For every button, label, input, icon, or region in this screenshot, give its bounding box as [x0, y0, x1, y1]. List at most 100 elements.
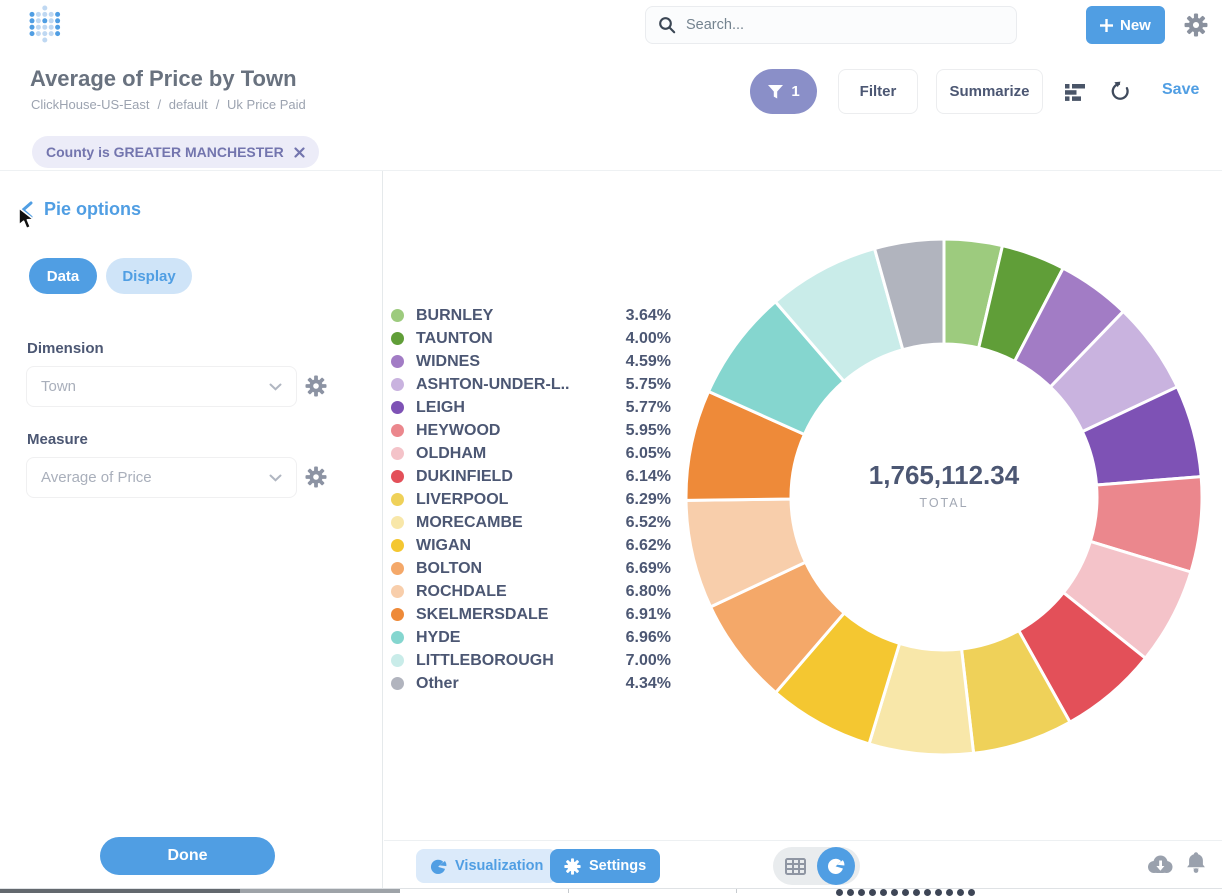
- legend-item[interactable]: WIGAN6.62%: [391, 534, 671, 557]
- legend-item[interactable]: LIVERPOOL6.29%: [391, 488, 671, 511]
- legend-percent: 6.14%: [626, 468, 671, 486]
- pie-chart: BURNLEYTAUNTONWIDNESASHTON-UNDER-L..LEIG…: [674, 227, 1214, 767]
- pie-legend: BURNLEY3.64%TAUNTON4.00%WIDNES4.59%ASHTO…: [391, 304, 671, 695]
- legend-color-dot: [391, 539, 404, 552]
- filter-count-pill[interactable]: 1: [750, 69, 817, 114]
- legend-color-dot: [391, 493, 404, 506]
- table-view-toggle[interactable]: [773, 858, 817, 875]
- legend-color-dot: [391, 516, 404, 529]
- filter-chip[interactable]: County is GREATER MANCHESTER: [32, 136, 319, 168]
- done-button[interactable]: Done: [100, 837, 275, 875]
- legend-item[interactable]: ASHTON-UNDER-L..5.75%: [391, 373, 671, 396]
- summarize-button[interactable]: Summarize: [936, 69, 1043, 114]
- legend-item[interactable]: MORECAMBE 6.52%: [391, 511, 671, 534]
- pie-options-sidebar: Pie options Data Display Dimension Town …: [0, 171, 383, 893]
- measure-value: Average of Price: [41, 469, 152, 486]
- pie-chart-icon: [827, 857, 845, 875]
- search-bar[interactable]: [645, 6, 1017, 44]
- legend-label: ROCHDALE: [416, 583, 507, 601]
- legend-label: WIGAN: [416, 537, 471, 555]
- legend-percent: 6.91%: [626, 606, 671, 624]
- legend-item[interactable]: WIDNES4.59%: [391, 350, 671, 373]
- legend-percent: 4.59%: [626, 353, 671, 371]
- measure-settings-gear-icon[interactable]: [305, 466, 327, 488]
- app-header: New: [0, 0, 1222, 50]
- dimension-settings-gear-icon[interactable]: [305, 375, 327, 397]
- save-button[interactable]: Save: [1162, 81, 1199, 99]
- legend-percent: 6.52%: [626, 514, 671, 532]
- filter-button[interactable]: Filter: [838, 69, 918, 114]
- tab-data[interactable]: Data: [29, 258, 97, 294]
- metabase-logo-icon[interactable]: [28, 4, 62, 48]
- horizontal-scrollbar-thumb[interactable]: [0, 889, 240, 893]
- legend-label: SKELMERSDALE: [416, 606, 548, 624]
- legend-percent: 6.05%: [626, 445, 671, 463]
- legend-color-dot: [391, 562, 404, 575]
- gear-icon: [564, 858, 581, 875]
- legend-percent: 6.29%: [626, 491, 671, 509]
- page-title: Average of Price by Town: [30, 66, 297, 92]
- legend-item[interactable]: LITTLEBOROUGH7.00%: [391, 649, 671, 672]
- legend-label: DUKINFIELD: [416, 468, 513, 486]
- legend-color-dot: [391, 447, 404, 460]
- measure-select[interactable]: Average of Price: [26, 457, 297, 498]
- legend-label: LEIGH: [416, 399, 465, 417]
- legend-item[interactable]: DUKINFIELD 6.14%: [391, 465, 671, 488]
- legend-item[interactable]: TAUNTON4.00%: [391, 327, 671, 350]
- search-input[interactable]: [686, 17, 1004, 33]
- legend-item[interactable]: BURNLEY3.64%: [391, 304, 671, 327]
- legend-color-dot: [391, 470, 404, 483]
- legend-percent: 5.95%: [626, 422, 671, 440]
- legend-item[interactable]: LEIGH5.77%: [391, 396, 671, 419]
- legend-label: LITTLEBOROUGH: [416, 652, 554, 670]
- legend-item[interactable]: ROCHDALE6.80%: [391, 580, 671, 603]
- dimension-select[interactable]: Town: [26, 366, 297, 407]
- legend-color-dot: [391, 631, 404, 644]
- chevron-down-icon: [269, 474, 282, 482]
- legend-color-dot: [391, 585, 404, 598]
- measure-label: Measure: [27, 431, 88, 448]
- breadcrumb-table[interactable]: Uk Price Paid: [227, 97, 306, 112]
- chevron-left-icon[interactable]: [20, 201, 34, 219]
- table-icon: [785, 858, 806, 875]
- gear-icon[interactable]: [1184, 13, 1208, 37]
- horizontal-scrollbar-track: [240, 889, 400, 893]
- legend-color-dot: [391, 401, 404, 414]
- breadcrumb-database[interactable]: ClickHouse-US-East: [31, 97, 149, 112]
- filter-button-label: Filter: [860, 83, 897, 100]
- table-column-edge: [736, 889, 737, 893]
- notification-bell-icon[interactable]: [1186, 851, 1206, 874]
- visualization-button-label: Visualization: [455, 858, 543, 874]
- legend-color-dot: [391, 355, 404, 368]
- breadcrumb-separator: /: [216, 97, 220, 112]
- legend-label: OLDHAM: [416, 445, 486, 463]
- legend-item[interactable]: Other4.34%: [391, 672, 671, 695]
- legend-label: Other: [416, 675, 459, 693]
- legend-percent: 6.96%: [626, 629, 671, 647]
- close-icon[interactable]: [294, 147, 305, 158]
- legend-item[interactable]: HYDE6.96%: [391, 626, 671, 649]
- settings-button[interactable]: Settings: [550, 849, 660, 883]
- plus-icon: [1100, 19, 1113, 32]
- new-button[interactable]: New: [1086, 6, 1165, 44]
- tab-display[interactable]: Display: [106, 258, 192, 294]
- tab-display-label: Display: [122, 268, 175, 285]
- legend-color-dot: [391, 424, 404, 437]
- legend-color-dot: [391, 608, 404, 621]
- legend-label: TAUNTON: [416, 330, 493, 348]
- pie-view-toggle[interactable]: [817, 847, 855, 885]
- legend-item[interactable]: SKELMERSDALE 6.91%: [391, 603, 671, 626]
- notebook-editor-icon[interactable]: [1064, 81, 1086, 103]
- breadcrumb-schema[interactable]: default: [169, 97, 208, 112]
- download-icon[interactable]: [1146, 853, 1174, 875]
- legend-item[interactable]: BOLTON6.69%: [391, 557, 671, 580]
- visualization-button[interactable]: Visualization: [416, 849, 557, 883]
- breadcrumb-separator: /: [157, 97, 161, 112]
- refresh-icon[interactable]: [1108, 79, 1132, 103]
- filter-count: 1: [791, 83, 799, 100]
- legend-item[interactable]: OLDHAM 6.05%: [391, 442, 671, 465]
- legend-label: MORECAMBE: [416, 514, 523, 532]
- new-button-label: New: [1120, 17, 1151, 34]
- summarize-button-label: Summarize: [949, 83, 1029, 100]
- legend-item[interactable]: HEYWOOD5.95%: [391, 419, 671, 442]
